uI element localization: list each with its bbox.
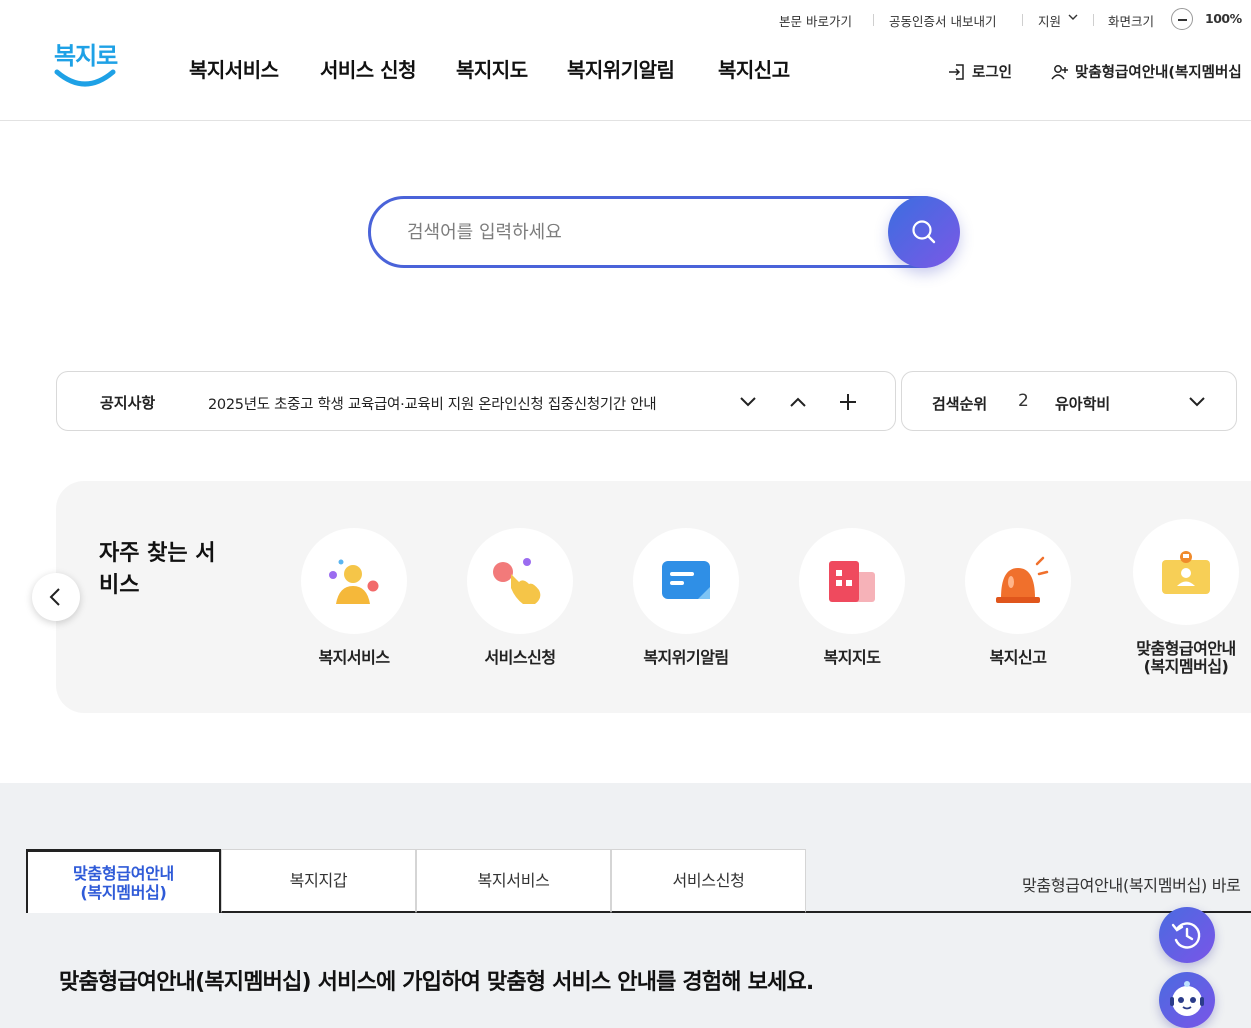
site-logo[interactable]: 복지로 [54,36,118,94]
chevron-down-icon [740,397,756,407]
nav-crisis-alert[interactable]: 복지위기알림 [567,54,675,83]
notice-bar: 공지사항 2025년도 초중고 학생 교육급여·교육비 지원 온라인신청 집중신… [56,371,896,431]
skip-to-content-link[interactable]: 본문 바로가기 [779,11,852,30]
building-map-icon [829,561,875,602]
add-user-icon [1051,64,1068,79]
carousel-prev-button[interactable] [32,573,80,621]
tab-service-apply[interactable]: 서비스신청 [611,849,806,913]
login-icon [949,63,964,80]
recent-history-button[interactable] [1159,907,1215,963]
notice-prev-button[interactable] [783,387,813,417]
header-divider [0,120,1251,121]
search-box [368,196,958,268]
membership-shortcut-link[interactable]: 맞춤형급여안내(복지멤버십) 바로 [1022,872,1241,896]
ranking-number: 2 [1018,391,1029,411]
login-label: 로그인 [972,65,1013,81]
ranking-label: 검색순위 [932,395,988,413]
membership-headline: 맞춤형급여안내(복지멤버십) 서비스에 가입하여 맞춤형 서비스 안내를 경험해… [59,970,814,995]
chevron-up-icon [790,397,806,407]
chevron-left-icon [49,588,60,606]
tap-hand-icon [493,558,541,604]
history-clock-icon [1171,922,1201,949]
siren-icon [996,556,1049,603]
service-crisis-alert-button[interactable] [633,528,739,634]
login-button[interactable]: 로그인 [948,61,1012,82]
service-report-button[interactable] [965,528,1071,634]
chatbot-icon [1170,981,1204,1016]
nav-welfare-service[interactable]: 복지서비스 [189,54,279,83]
chatbot-button[interactable] [1159,972,1215,1028]
ranking-term[interactable]: 유아학비 [1055,393,1110,414]
service-welfare-map-label: 복지지도 [823,648,881,667]
divider [1022,14,1023,26]
utility-bar: 본문 바로가기 공동인증서 내보내기 지원 화면크기 100% [0,8,1251,32]
notice-text[interactable]: 2025년도 초중고 학생 교육급여·교육비 지원 온라인신청 집중신청기간 안… [208,393,657,414]
service-welfare-button[interactable] [301,528,407,634]
support-menu[interactable]: 지원 [1038,11,1061,30]
divider [1093,14,1094,26]
nav-service-apply[interactable]: 서비스 신청 [320,54,416,83]
chevron-down-icon [1068,12,1078,22]
nav-welfare-report[interactable]: 복지신고 [718,54,790,83]
search-button[interactable] [888,196,960,268]
chevron-down-icon [1189,397,1205,407]
zoom-level: 100% [1205,11,1242,26]
person-icon [329,559,379,604]
service-crisis-alert-label: 복지위기알림 [643,648,729,667]
search-icon [912,220,936,244]
ranking-expand-button[interactable] [1182,387,1212,417]
plus-icon [840,394,856,410]
screen-size-label: 화면크기 [1108,14,1155,29]
id-badge-icon [1162,551,1210,594]
notice-next-button[interactable] [733,387,763,417]
nav-welfare-map[interactable]: 복지지도 [456,54,528,83]
service-apply-label: 서비스신청 [484,648,556,667]
notice-label: 공지사항 [100,394,156,412]
service-membership-button[interactable] [1133,519,1239,625]
search-input[interactable] [407,217,867,247]
cert-export-link[interactable]: 공동인증서 내보내기 [889,11,996,30]
frequent-services-title: 자주 찾는 서비스 [99,541,216,598]
message-icon [662,561,710,599]
tab-welfare-wallet[interactable]: 복지지갑 [221,849,416,913]
service-apply-button[interactable] [467,528,573,634]
tab-welfare-service[interactable]: 복지서비스 [416,849,611,913]
membership-link[interactable]: 맞춤형급여안내(복지멤버십 [1051,61,1242,82]
search-ranking-bar[interactable]: 검색순위 2 유아학비 [901,371,1237,431]
membership-label: 맞춤형급여안내(복지멤버십 [1075,65,1242,81]
service-welfare-map-button[interactable] [799,528,905,634]
notice-more-button[interactable] [833,387,863,417]
tab-membership[interactable]: 맞춤형급여안내 (복지멤버십) [26,849,221,913]
logo-smile-icon [54,69,116,87]
service-welfare-label: 복지서비스 [318,648,390,667]
service-report-label: 복지신고 [989,648,1047,667]
service-membership-label: 맞춤형급여안내 (복지멤버십) [1136,639,1236,676]
zoom-out-button[interactable] [1171,8,1193,30]
divider [873,14,874,26]
